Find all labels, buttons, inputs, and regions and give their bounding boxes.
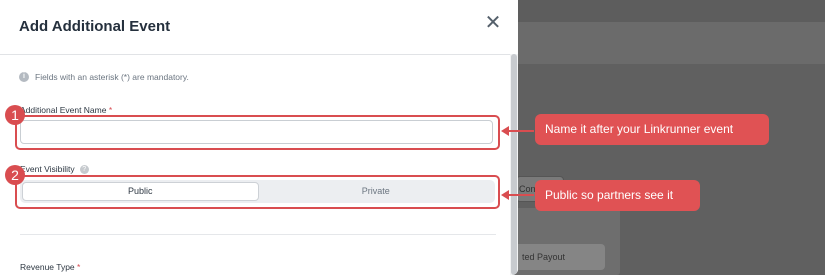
modal-scrollbar[interactable] bbox=[510, 54, 518, 275]
step-badge-1: 1 bbox=[5, 105, 25, 125]
step-badge-2: 2 bbox=[5, 165, 25, 185]
background-payout-button: ted Payout bbox=[512, 244, 605, 270]
help-icon[interactable]: ? bbox=[79, 164, 89, 174]
modal-title: Add Additional Event bbox=[19, 18, 171, 35]
revenue-type-label: Revenue Type * bbox=[20, 262, 81, 272]
close-icon[interactable]: ✕ bbox=[483, 13, 503, 33]
mandatory-notice: i Fields with an asterisk (*) are mandat… bbox=[19, 72, 189, 82]
modal-header: Add Additional Event ✕ bbox=[0, 0, 518, 55]
scrollbar-thumb[interactable] bbox=[511, 54, 517, 275]
section-divider bbox=[20, 234, 496, 235]
callout-tooltip-2: Public so partners see it bbox=[535, 180, 700, 211]
event-name-label: Additional Event Name * bbox=[20, 105, 113, 115]
required-asterisk: * bbox=[77, 262, 81, 272]
highlight-event-name bbox=[15, 115, 500, 150]
info-icon: i bbox=[19, 72, 29, 82]
callout-arrow-2 bbox=[501, 190, 534, 200]
required-asterisk: * bbox=[108, 105, 113, 115]
event-visibility-label: Event Visibility ? bbox=[20, 164, 89, 174]
notice-text: Fields with an asterisk (*) are mandator… bbox=[35, 72, 189, 82]
callout-arrow-1 bbox=[501, 126, 534, 136]
background-band bbox=[518, 22, 825, 64]
callout-tooltip-1: Name it after your Linkrunner event bbox=[535, 114, 769, 145]
highlight-visibility bbox=[15, 175, 500, 209]
